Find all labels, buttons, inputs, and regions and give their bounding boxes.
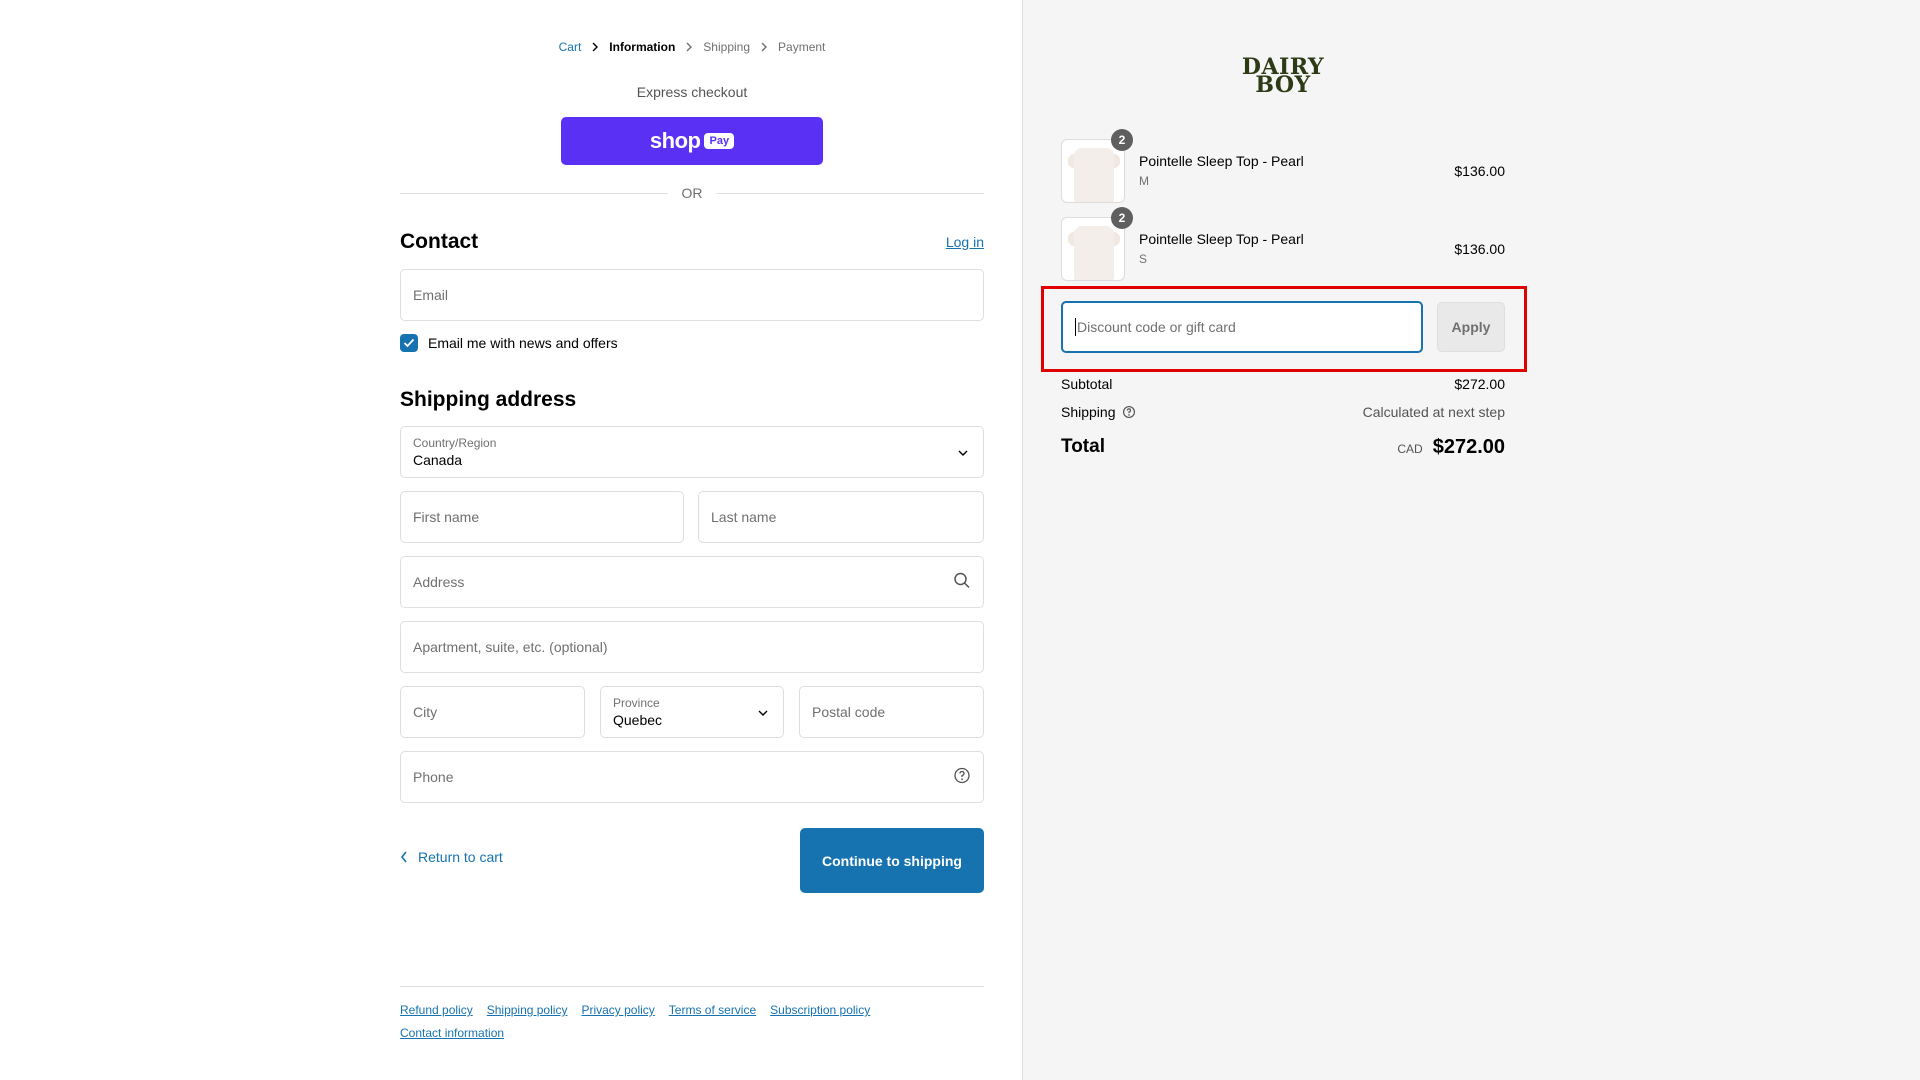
quantity-badge: 2: [1111, 129, 1133, 151]
subtotal-row: Subtotal $272.00: [1061, 376, 1505, 392]
product-price: $136.00: [1454, 241, 1505, 257]
chevron-down-icon: [757, 704, 769, 720]
contact-header: Contact Log in: [400, 230, 984, 254]
breadcrumb-information: Information: [609, 40, 676, 54]
province-value: Quebec: [613, 712, 663, 728]
checkout-main: Cart Information Shipping Payment Expres…: [0, 0, 1022, 1080]
footer-link-terms-of-service[interactable]: Terms of service: [669, 1003, 756, 1017]
chevron-right-icon: [581, 42, 609, 52]
login-link[interactable]: Log in: [946, 234, 984, 250]
breadcrumb-shipping: Shipping: [703, 40, 751, 54]
subtotal-value: $272.00: [1454, 376, 1505, 392]
return-to-cart-link[interactable]: Return to cart: [400, 849, 503, 865]
postal-code-field[interactable]: Postal code: [799, 686, 984, 738]
footer-link-contact-information[interactable]: Contact information: [400, 1026, 984, 1040]
divider-line: [400, 192, 668, 194]
divider-line: [716, 192, 984, 194]
shipping-value: Calculated at next step: [1362, 404, 1505, 420]
total-label: Total: [1061, 436, 1105, 457]
footer-link-shipping-policy[interactable]: Shipping policy: [487, 1003, 568, 1017]
footer-link-subscription-policy[interactable]: Subscription policy: [770, 1003, 870, 1017]
search-icon: [953, 572, 971, 593]
province-select[interactable]: Province Quebec: [600, 686, 784, 738]
breadcrumb: Cart Information Shipping Payment: [400, 40, 984, 54]
chevron-left-icon: [400, 851, 408, 863]
return-to-cart-label: Return to cart: [418, 849, 503, 865]
product-name: Pointelle Sleep Top - Pearl: [1139, 231, 1304, 247]
checkmark-icon: [403, 338, 415, 348]
checkout-form-column: Cart Information Shipping Payment Expres…: [400, 0, 984, 1080]
shipping-label: Shipping: [1061, 404, 1116, 420]
total-value: $272.00: [1432, 435, 1505, 458]
shipping-row: Shipping Calculated at next step: [1061, 404, 1505, 420]
province-label: Province: [613, 696, 660, 710]
currency-code: CAD: [1397, 441, 1423, 456]
shirt-body: [1074, 148, 1114, 202]
city-placeholder: City: [413, 704, 438, 720]
line-item: 2 Pointelle Sleep Top - Pearl M $136.00: [1061, 129, 1505, 203]
address-placeholder: Address: [413, 574, 465, 590]
line-item: 2 Pointelle Sleep Top - Pearl S $136.00: [1061, 207, 1505, 281]
chevron-right-icon: [675, 42, 703, 52]
breadcrumb-cart[interactable]: Cart: [559, 40, 582, 54]
contact-title: Contact: [400, 230, 479, 253]
newsletter-label: Email me with news and offers: [428, 335, 618, 351]
discount-placeholder: Discount code or gift card: [1077, 319, 1236, 335]
postal-code-placeholder: Postal code: [812, 704, 886, 720]
product-name: Pointelle Sleep Top - Pearl: [1139, 153, 1304, 169]
store-logo[interactable]: DAIRY BOY: [1061, 56, 1505, 98]
footer-links: Refund policy Shipping policy Privacy po…: [400, 1003, 984, 1040]
country-select[interactable]: Country/Region Canada: [400, 426, 984, 478]
subtotal-label: Subtotal: [1061, 376, 1113, 392]
express-checkout-label: Express checkout: [636, 84, 748, 100]
discount-code-input[interactable]: Discount code or gift card: [1061, 301, 1423, 353]
last-name-field[interactable]: Last name: [698, 491, 984, 543]
first-name-placeholder: First name: [413, 509, 480, 525]
first-name-field[interactable]: First name: [400, 491, 684, 543]
country-label: Country/Region: [413, 436, 497, 450]
or-text: OR: [681, 185, 703, 201]
email-field[interactable]: Email: [400, 269, 984, 321]
address-field[interactable]: Address: [400, 556, 984, 608]
breadcrumb-payment: Payment: [778, 40, 826, 54]
footer-divider: [400, 986, 984, 987]
shipping-label-group: Shipping: [1061, 404, 1136, 420]
shop-pay-badge: Pay: [704, 133, 735, 149]
phone-placeholder: Phone: [413, 769, 454, 785]
total-amount-group: CAD $272.00: [1397, 436, 1505, 459]
country-value: Canada: [413, 452, 463, 468]
continue-to-shipping-button[interactable]: Continue to shipping: [800, 828, 984, 893]
shirt-body: [1074, 226, 1114, 280]
phone-field[interactable]: Phone: [400, 751, 984, 803]
product-variant: S: [1139, 252, 1148, 266]
shop-pay-button[interactable]: shop Pay: [561, 117, 823, 165]
product-variant: M: [1139, 174, 1149, 188]
email-placeholder: Email: [413, 287, 449, 303]
chevron-right-icon: [750, 42, 778, 52]
apply-discount-button[interactable]: Apply: [1437, 302, 1505, 352]
shipping-address-title: Shipping address: [400, 388, 577, 411]
order-summary-column: DAIRY BOY 2 Pointelle Sleep Top - Pearl …: [1041, 0, 1527, 1080]
or-divider: OR: [400, 183, 984, 203]
total-row: Total CAD $272.00: [1061, 432, 1505, 462]
logo-line-2: BOY: [1255, 72, 1311, 98]
shop-pay-logo: shop: [649, 128, 701, 153]
product-price: $136.00: [1454, 163, 1505, 179]
newsletter-option[interactable]: Email me with news and offers: [400, 334, 618, 352]
text-caret: [1075, 318, 1076, 336]
apartment-field[interactable]: Apartment, suite, etc. (optional): [400, 621, 984, 673]
footer-link-refund-policy[interactable]: Refund policy: [400, 1003, 473, 1017]
chevron-down-icon: [957, 444, 969, 460]
quantity-badge: 2: [1111, 207, 1133, 229]
order-summary: DAIRY BOY 2 Pointelle Sleep Top - Pearl …: [1022, 0, 1920, 1080]
help-icon[interactable]: [953, 767, 971, 788]
help-icon[interactable]: [1122, 405, 1136, 419]
footer-link-privacy-policy[interactable]: Privacy policy: [581, 1003, 654, 1017]
newsletter-checkbox[interactable]: [400, 334, 418, 352]
last-name-placeholder: Last name: [711, 509, 777, 525]
city-field[interactable]: City: [400, 686, 585, 738]
apartment-placeholder: Apartment, suite, etc. (optional): [413, 639, 608, 655]
